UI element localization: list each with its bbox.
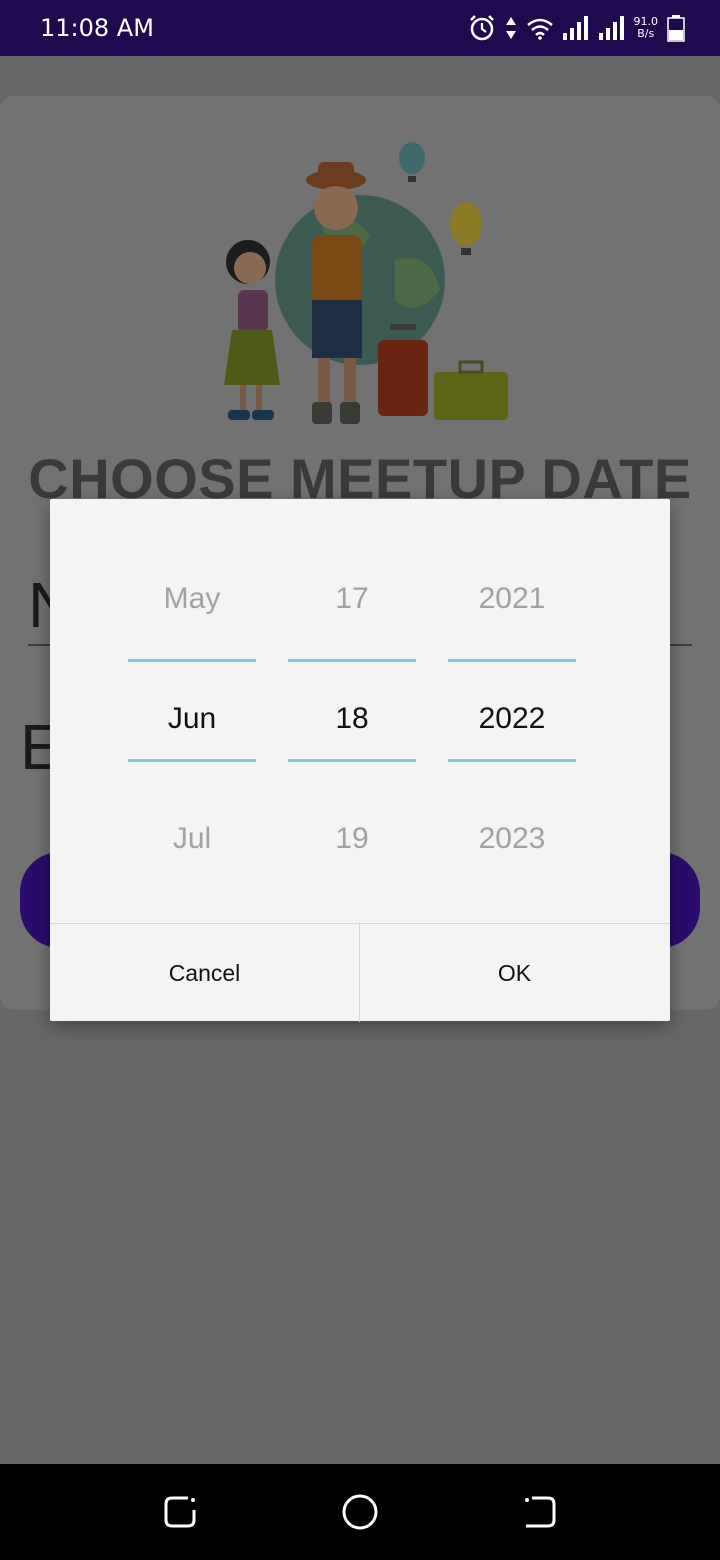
year-prev-value[interactable]: 2021 bbox=[448, 539, 576, 659]
travel-illustration bbox=[224, 142, 508, 424]
network-speed: 91.0 B/s bbox=[633, 15, 659, 40]
status-time: 11:08 AM bbox=[40, 14, 154, 42]
day-next-value[interactable]: 19 bbox=[288, 779, 416, 899]
signal-icon bbox=[598, 16, 624, 40]
navigation-bar bbox=[0, 1464, 720, 1560]
signal-icon bbox=[562, 16, 588, 40]
back-icon[interactable] bbox=[520, 1492, 560, 1532]
status-icons: 91.0 B/s bbox=[468, 12, 687, 44]
date-picker-dialog: May Jun Jul 17 18 19 2021 2022 2023 Canc… bbox=[50, 499, 670, 1022]
status-bar: 11:08 AM 91.0 B/s bbox=[0, 0, 720, 56]
alarm-icon bbox=[469, 15, 494, 41]
cancel-button[interactable]: Cancel bbox=[50, 924, 359, 1022]
ok-button[interactable]: OK bbox=[360, 924, 669, 1022]
year-divider-bottom bbox=[448, 759, 576, 762]
day-prev-value[interactable]: 17 bbox=[288, 539, 416, 659]
recents-icon[interactable] bbox=[160, 1492, 200, 1532]
home-icon[interactable] bbox=[340, 1492, 380, 1532]
year-spinner[interactable]: 2021 2022 2023 bbox=[448, 539, 576, 899]
wifi-icon bbox=[526, 18, 553, 40]
month-next-value[interactable]: Jul bbox=[128, 779, 256, 899]
month-divider-bottom bbox=[128, 759, 256, 762]
day-divider-bottom bbox=[288, 759, 416, 762]
battery-icon bbox=[667, 15, 685, 42]
year-next-value[interactable]: 2023 bbox=[448, 779, 576, 899]
data-arrows-icon bbox=[505, 17, 516, 39]
dialog-button-bar: Cancel OK bbox=[50, 923, 670, 1022]
month-spinner[interactable]: May Jun Jul bbox=[128, 539, 256, 899]
month-prev-value[interactable]: May bbox=[128, 539, 256, 659]
day-spinner[interactable]: 17 18 19 bbox=[288, 539, 416, 899]
